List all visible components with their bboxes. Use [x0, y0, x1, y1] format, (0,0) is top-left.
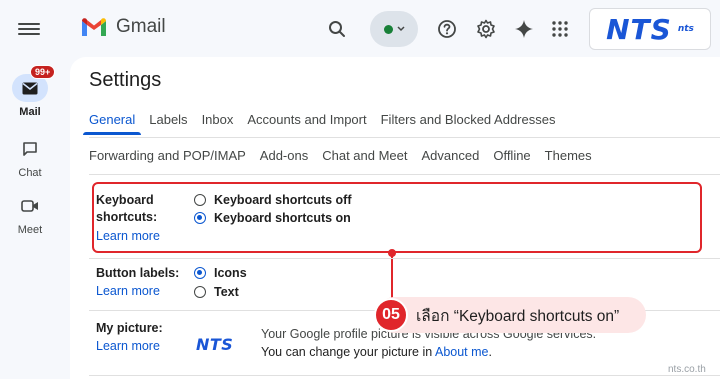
nav-rail: 99+ Mail Chat Meet: [0, 0, 60, 379]
radio-text[interactable]: [194, 286, 206, 298]
about-me-link[interactable]: About me: [435, 345, 489, 359]
radio-icons[interactable]: [194, 267, 206, 279]
tab-offline[interactable]: Offline: [493, 148, 530, 171]
button-labels-text-option[interactable]: Text: [194, 285, 239, 299]
button-labels-learn-more-link[interactable]: Learn more: [96, 284, 160, 298]
step-instruction: เลือก “Keyboard shortcuts on”: [416, 307, 620, 325]
chat-icon: [23, 142, 37, 156]
step-number-badge: 05: [374, 298, 408, 332]
video-icon: [21, 200, 38, 212]
watermark: nts.co.th: [668, 364, 706, 375]
search-icon[interactable]: [326, 18, 348, 40]
help-icon[interactable]: [436, 18, 458, 40]
rail-label-mail: Mail: [19, 106, 41, 118]
picture-info-suffix: .: [488, 345, 492, 359]
account-avatar[interactable]: NTS nts: [589, 8, 711, 50]
my-picture-label: My picture:: [96, 321, 163, 335]
button-labels-icons-option[interactable]: Icons: [194, 266, 247, 280]
my-picture-learn-more-link[interactable]: Learn more: [96, 339, 160, 353]
tab-addons[interactable]: Add-ons: [260, 148, 308, 171]
settings-tabs-row1: General Labels Inbox Accounts and Import…: [82, 112, 569, 135]
tabs-divider: [89, 137, 720, 138]
gmail-m-icon: [82, 17, 106, 36]
chevron-down-icon: [396, 26, 405, 32]
tab-labels[interactable]: Labels: [149, 112, 187, 135]
tabs-divider-2: [89, 174, 720, 175]
icons-option-label: Icons: [214, 266, 247, 280]
rail-item-chat[interactable]: Chat: [0, 135, 60, 179]
callout-connector-dot: [388, 249, 396, 257]
page-title: Settings: [89, 69, 162, 91]
gear-icon[interactable]: [475, 18, 497, 40]
status-selector[interactable]: [370, 11, 418, 47]
picture-info-line2: You can change your picture in About me.: [261, 345, 492, 359]
tab-advanced[interactable]: Advanced: [422, 148, 480, 171]
mail-icon: [22, 82, 38, 94]
text-option-label: Text: [214, 285, 239, 299]
sparkle-icon[interactable]: [513, 18, 535, 40]
tab-filters[interactable]: Filters and Blocked Addresses: [381, 112, 556, 135]
highlight-box: [92, 182, 702, 253]
button-labels-label: Button labels:: [96, 266, 180, 280]
row-divider: [89, 258, 720, 259]
profile-picture[interactable]: NTS: [196, 335, 233, 354]
gmail-logo[interactable]: Gmail: [80, 16, 166, 38]
rail-item-meet[interactable]: Meet: [0, 192, 60, 236]
picture-info-prefix: You can change your picture in: [261, 345, 433, 359]
unread-badge: 99+: [30, 65, 56, 79]
row-divider: [89, 375, 720, 376]
brand-logo-small: nts: [677, 24, 694, 34]
settings-tabs-row2: Forwarding and POP/IMAP Add-ons Chat and…: [89, 148, 606, 171]
tab-accounts-import[interactable]: Accounts and Import: [247, 112, 366, 135]
tab-chat-meet[interactable]: Chat and Meet: [322, 148, 407, 171]
tab-general[interactable]: General: [82, 112, 142, 135]
rail-item-mail[interactable]: 99+ Mail: [0, 65, 60, 118]
active-status-dot: [383, 24, 393, 34]
rail-label-chat: Chat: [18, 167, 42, 179]
rail-label-meet: Meet: [17, 224, 43, 236]
app-name: Gmail: [116, 16, 166, 37]
tab-themes[interactable]: Themes: [545, 148, 592, 171]
settings-panel: Settings General Labels Inbox Accounts a…: [70, 57, 720, 379]
main-menu-icon[interactable]: [18, 20, 40, 40]
apps-grid-icon[interactable]: [549, 18, 571, 40]
tab-forwarding[interactable]: Forwarding and POP/IMAP: [89, 148, 246, 171]
step-callout: 05 เลือก “Keyboard shortcuts on”: [374, 297, 646, 333]
brand-logo-text: NTS: [606, 12, 672, 46]
tab-inbox[interactable]: Inbox: [202, 112, 234, 135]
